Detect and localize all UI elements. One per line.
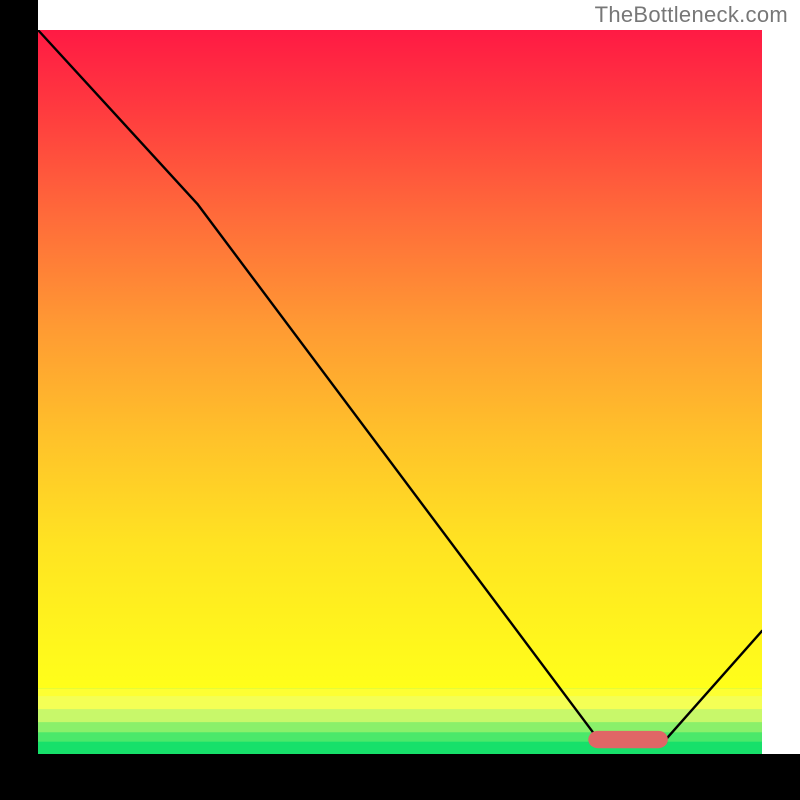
watermark-text: TheBottleneck.com: [595, 2, 788, 28]
bottleneck-chart-svg: [0, 0, 800, 800]
frame-right-mask: [762, 0, 800, 754]
optimal-marker: [588, 731, 668, 748]
chart-container: TheBottleneck.com: [0, 0, 800, 800]
optimal-range-marker: [588, 731, 668, 748]
y-axis-bar: [0, 0, 38, 800]
gradient-top-region: [38, 30, 762, 689]
plot-area: [38, 30, 762, 754]
x-axis-bar: [0, 754, 800, 800]
